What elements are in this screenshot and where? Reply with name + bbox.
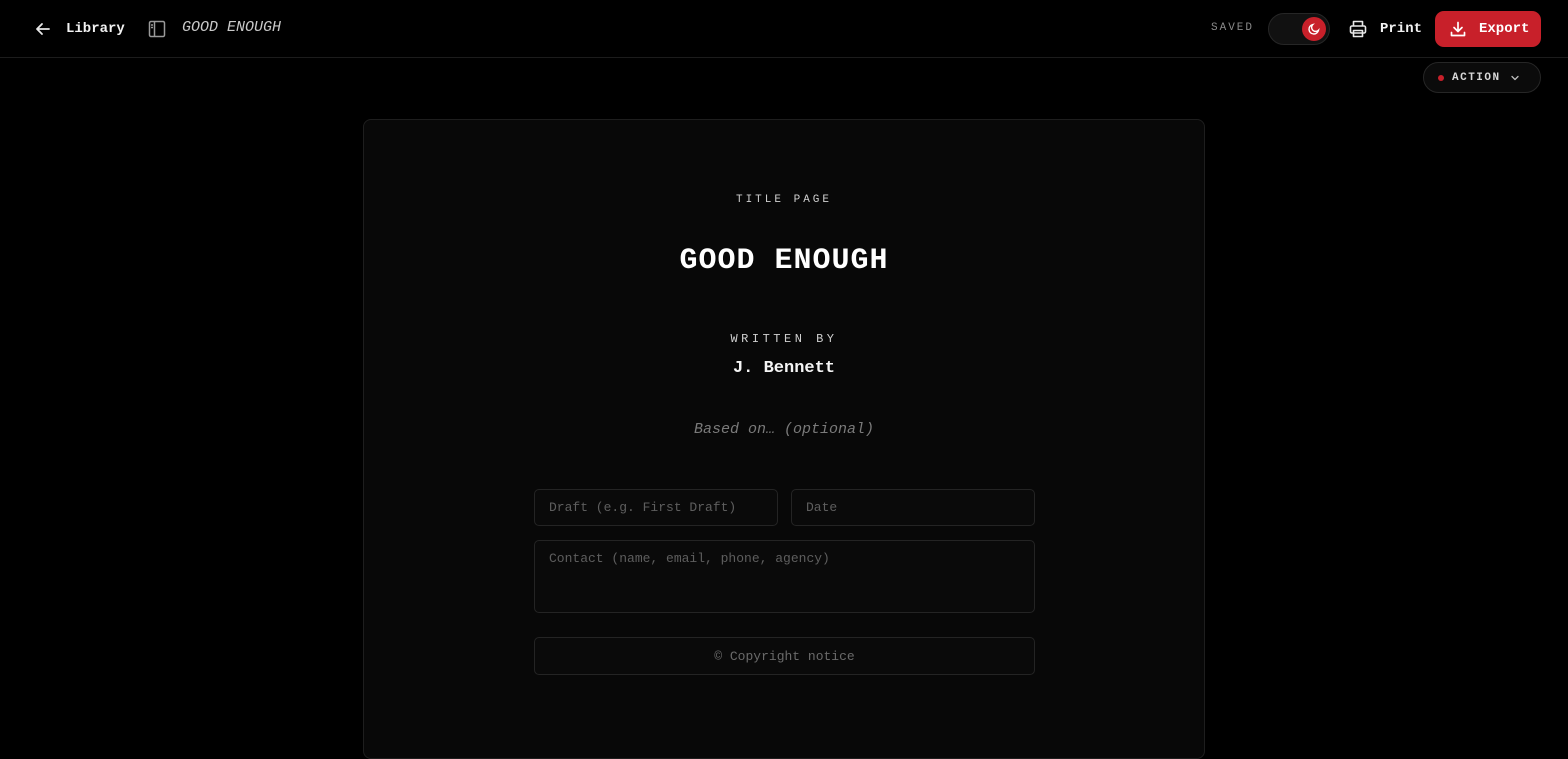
saved-status: SAVED bbox=[1211, 22, 1255, 34]
element-type-dot bbox=[1438, 74, 1444, 81]
sidebar-toggle-button[interactable] bbox=[147, 19, 167, 39]
element-type-label: ACTION bbox=[1452, 71, 1501, 84]
arrow-left-icon bbox=[36, 23, 50, 35]
draft-input[interactable] bbox=[534, 489, 778, 526]
title-page-label: TITLE PAGE bbox=[735, 194, 832, 206]
title-page-card: TITLE PAGE GOOD ENOUGH WRITTEN BY J. Ben… bbox=[363, 119, 1205, 759]
print-button[interactable]: Print bbox=[1348, 16, 1422, 42]
document-title[interactable]: GOOD ENOUGH bbox=[182, 19, 281, 36]
theme-toggle[interactable] bbox=[1268, 13, 1330, 45]
date-input[interactable] bbox=[791, 489, 1035, 526]
chevron-down-icon bbox=[1510, 75, 1519, 80]
author-name[interactable]: J. Bennett bbox=[364, 359, 1204, 378]
top-toolbar: Library GOOD ENOUGH SAVED Print Export bbox=[0, 0, 1568, 58]
print-label: Print bbox=[1380, 21, 1423, 37]
copyright-notice-field[interactable]: © Copyright notice bbox=[534, 637, 1035, 675]
printer-icon bbox=[1349, 20, 1367, 38]
export-label: Export bbox=[1479, 21, 1530, 37]
back-label: Library bbox=[66, 21, 125, 37]
screenplay-title[interactable]: GOOD ENOUGH bbox=[364, 244, 1204, 278]
moon-icon bbox=[1308, 23, 1320, 35]
export-button[interactable]: Export bbox=[1435, 11, 1541, 47]
contact-textarea[interactable] bbox=[534, 540, 1035, 613]
download-icon bbox=[1450, 21, 1466, 37]
theme-toggle-knob bbox=[1302, 17, 1326, 41]
sidebar-icon bbox=[148, 20, 166, 38]
based-on-field[interactable]: Based on… (optional) bbox=[364, 421, 1204, 438]
written-by-label: WRITTEN BY bbox=[730, 332, 838, 346]
element-type-dropdown[interactable]: ACTION bbox=[1423, 62, 1541, 93]
back-to-library-button[interactable]: Library bbox=[34, 16, 125, 42]
